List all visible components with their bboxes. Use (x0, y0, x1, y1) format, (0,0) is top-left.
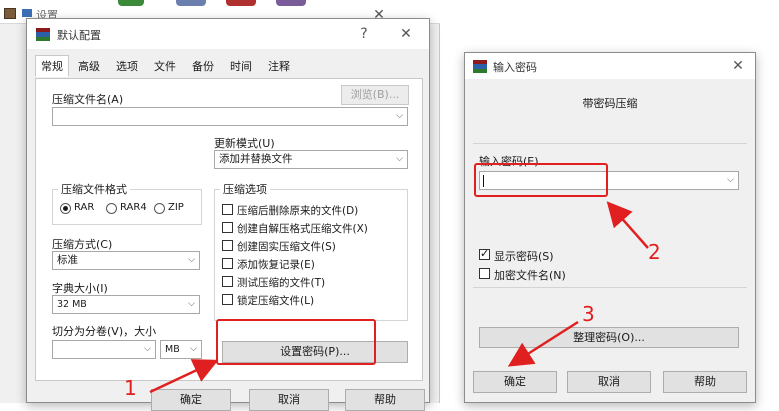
annotation-number-3: 3 (582, 302, 595, 326)
arrow-2 (606, 201, 649, 249)
arrow-1 (149, 359, 219, 394)
annotation-number-2: 2 (648, 240, 661, 264)
annotation-arrows (149, 201, 649, 394)
arrow-3 (507, 320, 579, 367)
annotation-number-1: 1 (124, 376, 137, 400)
